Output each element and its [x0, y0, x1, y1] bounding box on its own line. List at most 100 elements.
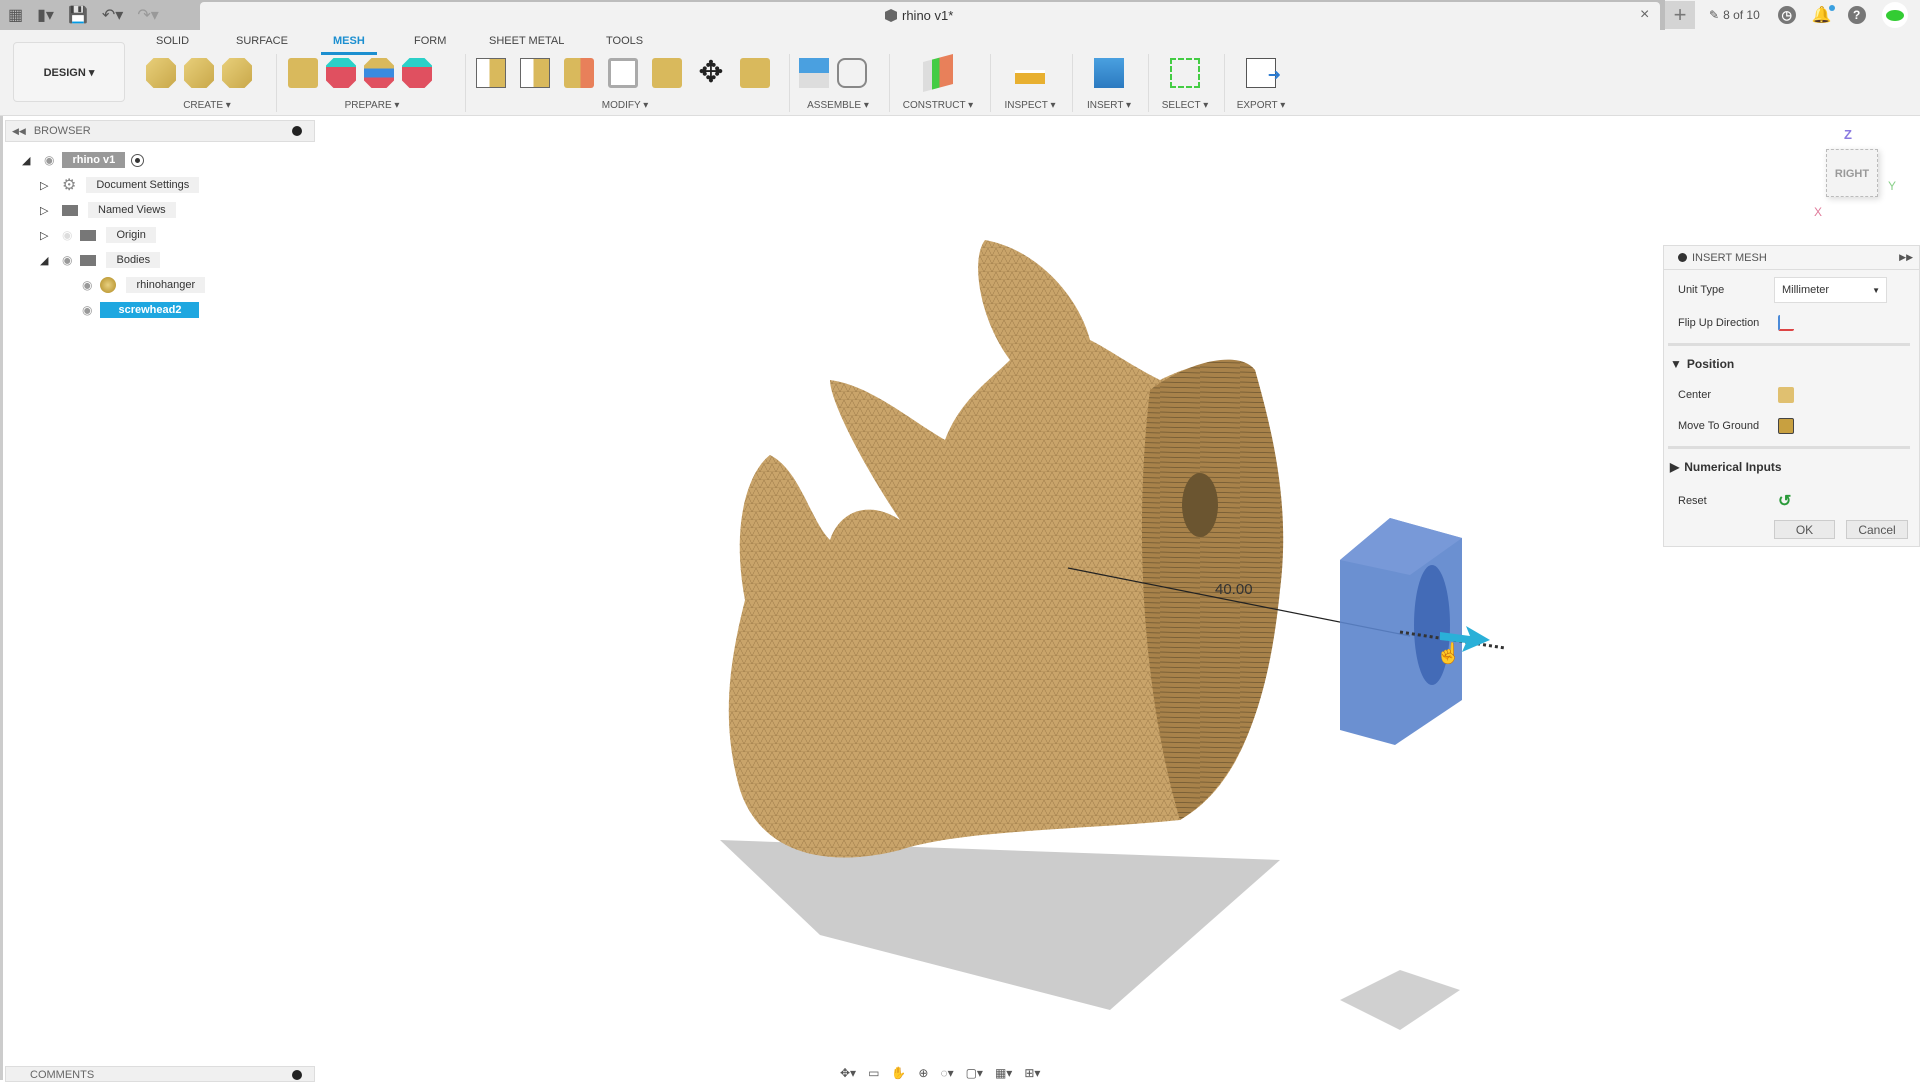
inspect-menu[interactable]: INSPECT ▾ — [994, 100, 1066, 111]
viewports-icon[interactable]: ⊞▾ — [1024, 1066, 1040, 1080]
construct-menu[interactable]: CONSTRUCT ▾ — [893, 100, 983, 111]
repair-icon[interactable] — [288, 58, 318, 88]
user-avatar[interactable] — [1881, 2, 1908, 28]
tab-surface[interactable]: SURFACE — [236, 35, 288, 47]
tree-item-origin[interactable]: ▷ ◉ Origin — [40, 225, 156, 245]
insert-menu[interactable]: INSERT ▾ — [1076, 100, 1142, 111]
unit-type-select[interactable]: Millimeter ▼ — [1774, 277, 1887, 303]
modify-menu[interactable]: MODIFY ▾ — [470, 100, 780, 111]
tab-solid[interactable]: SOLID — [156, 35, 189, 47]
new-tab-button[interactable]: + — [1665, 1, 1695, 29]
separator — [1148, 54, 1149, 112]
look-at-icon[interactable]: ▭ — [868, 1066, 879, 1080]
help-icon[interactable]: ? — [1847, 6, 1866, 24]
hidden-eye-icon[interactable]: ◉ — [62, 228, 72, 242]
tab-mesh[interactable]: MESH — [321, 35, 377, 55]
reset-icon[interactable]: ↺ — [1778, 491, 1791, 511]
tree-item-screwhead2[interactable]: ◉ screwhead2 — [82, 300, 200, 320]
mesh-body-icon — [100, 277, 117, 293]
workspace-switcher[interactable]: DESIGN ▾ — [13, 42, 125, 102]
create-menu[interactable]: CREATE ▾ — [140, 100, 274, 111]
tab-tools[interactable]: TOOLS — [606, 35, 643, 47]
remesh-icon[interactable] — [476, 58, 506, 88]
move-icon[interactable]: ✥ — [696, 58, 726, 88]
dialog-header[interactable]: INSERT MESH ▶▶ — [1664, 246, 1919, 270]
collapse-browser-icon[interactable]: ◀◀ — [12, 126, 26, 137]
notification-bell-icon[interactable]: 🔔 — [1812, 5, 1835, 25]
zoom-icon[interactable]: ⊕ — [918, 1066, 928, 1080]
viewcube-face-right[interactable]: RIGHT — [1826, 149, 1878, 197]
tab-sheet-metal[interactable]: SHEET METAL — [489, 35, 564, 47]
tree-item-document-settings[interactable]: ▷ ⚙ Document Settings — [40, 175, 200, 195]
expand-dialog-icon[interactable]: ▶▶ — [1899, 252, 1913, 263]
assemble-menu[interactable]: ASSEMBLE ▾ — [793, 100, 883, 111]
activate-radio[interactable] — [131, 153, 145, 167]
export-menu[interactable]: EXPORT ▾ — [1228, 100, 1294, 111]
cancel-button[interactable]: Cancel — [1846, 520, 1908, 539]
save-icon[interactable]: 💾 — [68, 5, 88, 25]
new-component-icon[interactable] — [799, 58, 829, 88]
ok-button[interactable]: OK — [1774, 520, 1835, 539]
visibility-eye-icon[interactable]: ◉ — [82, 278, 92, 292]
add-comment-icon[interactable] — [292, 1070, 302, 1080]
window-select-icon[interactable] — [1170, 58, 1200, 88]
plane-cut-icon[interactable] — [564, 58, 594, 88]
export-icon[interactable] — [1246, 58, 1281, 88]
tree-item-rhinohanger[interactable]: ◉ rhinohanger — [82, 275, 206, 295]
file-menu-icon[interactable]: ▮▾ — [37, 5, 54, 25]
hanger-hole — [1182, 473, 1218, 537]
fit-icon[interactable]: ◌▾ — [940, 1066, 953, 1080]
view-cube[interactable]: Z RIGHT X Y — [1814, 127, 1896, 219]
tree-item-named-views[interactable]: ▷ Named Views — [40, 200, 176, 220]
orbit-icon[interactable]: ✥▾ — [840, 1066, 856, 1080]
separator — [1224, 54, 1225, 112]
visibility-eye-icon[interactable]: ◉ — [82, 303, 92, 317]
collapsed-triangle-icon[interactable]: ▷ — [40, 179, 52, 192]
flip-up-direction-label: Flip Up Direction — [1678, 317, 1760, 329]
prepare-menu[interactable]: PREPARE ▾ — [282, 100, 462, 111]
folder-icon — [80, 229, 97, 241]
move-to-ground-icon[interactable] — [1778, 418, 1794, 434]
measure-icon[interactable] — [1015, 70, 1045, 84]
collapsed-triangle-icon[interactable]: ▷ — [40, 229, 52, 242]
browser-pin-icon[interactable] — [292, 126, 302, 136]
job-status[interactable]: ✎ 8 of 10 — [1709, 8, 1760, 22]
display-settings-icon[interactable]: ▢▾ — [966, 1066, 983, 1080]
apps-grid-icon[interactable]: ▦ — [8, 5, 23, 25]
visibility-eye-icon[interactable]: ◉ — [62, 253, 72, 267]
tab-form[interactable]: FORM — [414, 35, 446, 47]
position-section-toggle[interactable]: ▼ Position — [1670, 357, 1734, 371]
grid-settings-icon[interactable]: ▦▾ — [995, 1066, 1012, 1080]
pan-icon[interactable]: ✋ — [891, 1066, 906, 1080]
visibility-eye-icon[interactable]: ◉ — [44, 153, 54, 167]
shell-icon[interactable] — [608, 58, 638, 88]
tree-item-label: Named Views — [88, 202, 176, 218]
clock-icon[interactable]: ◷ — [1777, 6, 1796, 24]
collapsed-triangle-icon[interactable]: ▷ — [40, 204, 52, 217]
close-tab-button[interactable]: × — [1640, 6, 1649, 24]
center-icon[interactable] — [1778, 387, 1794, 403]
convert-mesh-icon[interactable] — [402, 58, 432, 88]
combine-face-groups-icon[interactable] — [364, 58, 394, 88]
group-select: SELECT ▾ — [1152, 53, 1218, 115]
tree-item-label: Document Settings — [86, 177, 200, 193]
scale-icon[interactable] — [740, 58, 770, 88]
tree-root[interactable]: ◢ ◉ rhino v1 — [22, 150, 145, 170]
joint-icon[interactable] — [837, 58, 867, 88]
combine-icon[interactable] — [652, 58, 682, 88]
flip-direction-icon[interactable] — [1778, 315, 1794, 331]
select-menu[interactable]: SELECT ▾ — [1152, 100, 1218, 111]
insert-mesh-icon[interactable] — [146, 58, 176, 88]
expanded-triangle-icon[interactable]: ◢ — [22, 154, 34, 167]
insert-image-icon[interactable] — [1094, 58, 1124, 88]
offset-plane-icon[interactable] — [923, 53, 953, 93]
reduce-icon[interactable] — [520, 58, 550, 88]
tree-item-bodies[interactable]: ◢ ◉ Bodies — [40, 250, 161, 270]
create-face-group-icon[interactable] — [222, 58, 252, 88]
numerical-inputs-section-toggle[interactable]: ▶ Numerical Inputs — [1670, 460, 1782, 474]
generate-face-groups-icon[interactable] — [326, 58, 356, 88]
redo-icon[interactable]: ↷▾ — [137, 5, 158, 25]
undo-icon[interactable]: ↶▾ — [102, 5, 123, 25]
expanded-triangle-icon[interactable]: ◢ — [40, 254, 52, 267]
tessellate-icon[interactable] — [184, 58, 214, 88]
